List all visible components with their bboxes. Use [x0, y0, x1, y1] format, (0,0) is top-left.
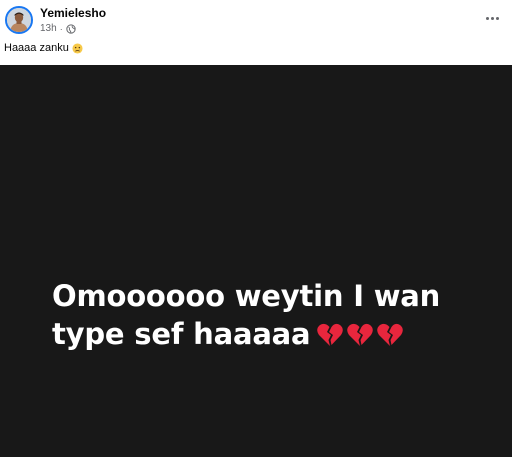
card-line-1: Omoooooo weytin I wan [52, 279, 441, 313]
post-header: Yemielesho 13h · [0, 0, 512, 40]
post-time[interactable]: 13h [40, 23, 57, 34]
author-name[interactable]: Yemielesho [40, 6, 106, 20]
more-options-button[interactable] [482, 10, 502, 26]
more-dot [495, 16, 499, 20]
card-line-2: type sef haaaaa [52, 317, 311, 351]
post-meta: 13h · [40, 23, 76, 34]
globe-icon[interactable] [66, 23, 76, 34]
more-dot [485, 16, 489, 20]
card-line-2-wrap: type sef haaaaa [52, 315, 482, 353]
sad-face-icon [72, 42, 83, 54]
broken-heart-icon [377, 323, 404, 346]
caption-text: Haaaa zanku [4, 42, 69, 54]
broken-hearts [316, 322, 404, 348]
meta-separator: · [59, 23, 63, 34]
broken-heart-icon [347, 323, 374, 346]
text-post-card[interactable]: Omoooooo weytin I wan type sef haaaaa [0, 65, 512, 457]
more-dot [490, 16, 494, 20]
card-text: Omoooooo weytin I wan type sef haaaaa [52, 277, 482, 353]
broken-heart-icon [317, 323, 344, 346]
avatar-photo [7, 8, 31, 32]
avatar[interactable] [5, 6, 33, 34]
post-caption: Haaaa zanku [4, 42, 83, 54]
